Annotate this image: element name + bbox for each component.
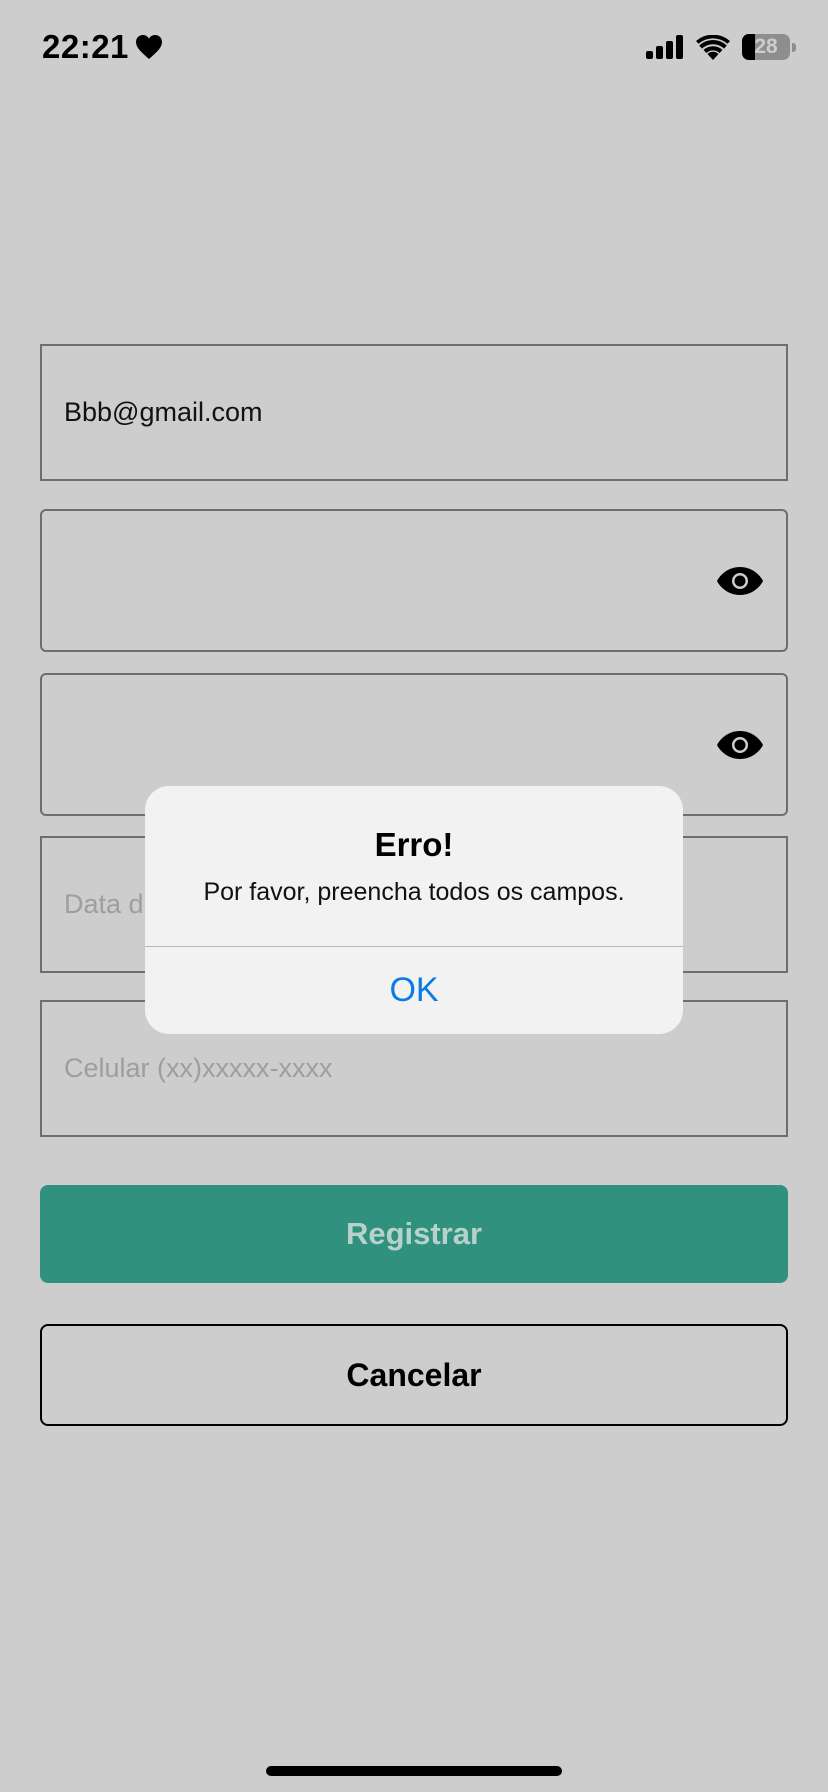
home-indicator[interactable] — [266, 1766, 562, 1776]
battery-level: 28 — [754, 35, 778, 58]
email-field[interactable]: Bbb@gmail.com — [40, 344, 788, 481]
error-alert-dialog: Erro! Por favor, preencha todos os campo… — [145, 786, 683, 1034]
status-time-text: 22:21 — [42, 28, 129, 65]
wifi-icon — [696, 34, 730, 60]
birthdate-placeholder: Data d — [64, 889, 144, 919]
signal-icon — [646, 35, 683, 59]
alert-ok-button[interactable]: OK — [145, 947, 683, 1034]
password-field[interactable] — [40, 509, 788, 652]
battery-icon: 28 — [742, 34, 790, 60]
alert-message: Por favor, preencha todos os campos. — [203, 878, 625, 906]
status-icons: 28 — [646, 34, 796, 60]
status-time: 22:21 — [42, 28, 163, 66]
register-button[interactable]: Registrar — [40, 1185, 788, 1283]
alert-title: Erro! — [374, 826, 454, 863]
register-screen: 22:21 28 Bbb@gmail.com Data d Celular (x… — [0, 0, 828, 1792]
battery-cap — [792, 42, 796, 52]
eye-icon[interactable] — [716, 565, 764, 597]
cancel-button[interactable]: Cancelar — [40, 1324, 788, 1426]
eye-icon[interactable] — [716, 729, 764, 761]
email-value: Bbb@gmail.com — [64, 397, 263, 427]
phone-placeholder: Celular (xx)xxxxx-xxxx — [64, 1053, 333, 1083]
heart-icon — [135, 35, 162, 59]
